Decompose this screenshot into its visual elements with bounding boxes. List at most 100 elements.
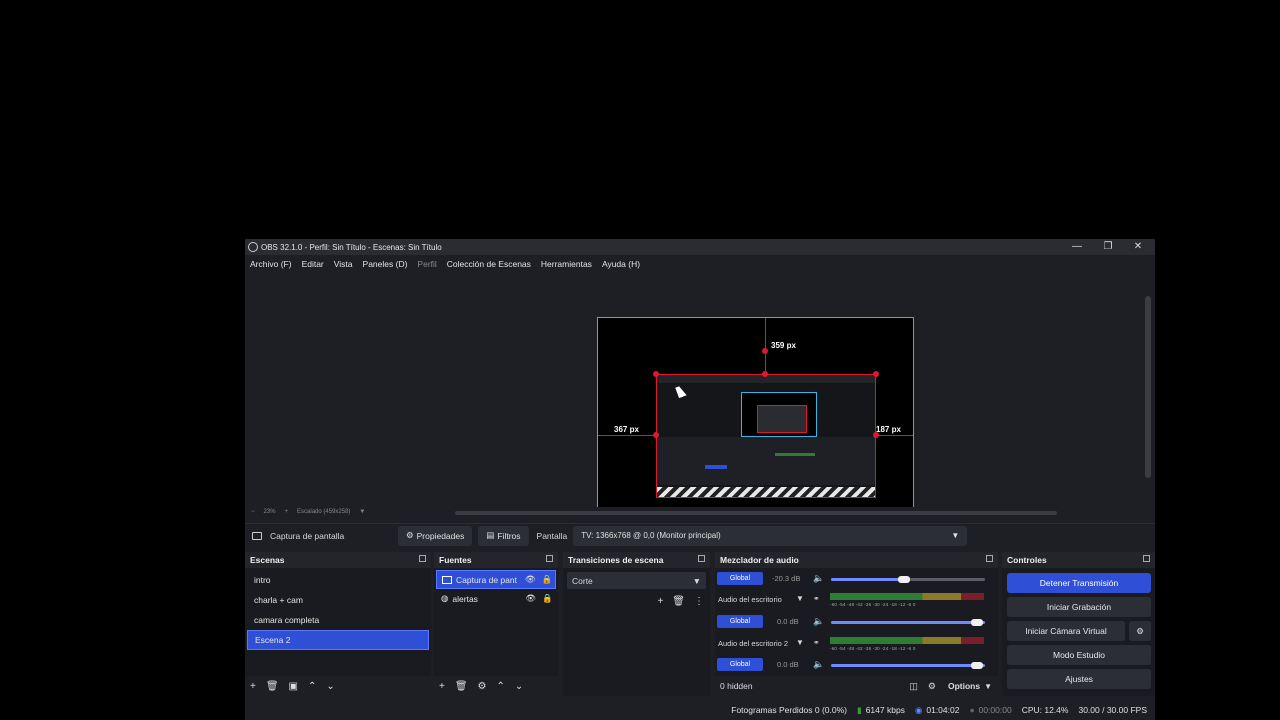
meter-ticks: -60 -54 -48 -42 -36 -30 -24 -18 -12 -6 0 — [830, 646, 916, 651]
more-icon[interactable]: ⋮ — [694, 596, 704, 607]
global-tag[interactable]: Global — [717, 572, 763, 585]
scene-item-selected[interactable]: Escena 2 — [247, 630, 429, 650]
menu-vista[interactable]: Vista — [334, 259, 353, 269]
filter-icon[interactable]: ▣ — [289, 681, 298, 692]
screen-select-value: TV: 1366x768 @ 0,0 (Monitor principal) — [581, 531, 721, 540]
eye-icon[interactable]: 👁 — [525, 574, 536, 585]
menu-editar[interactable]: Editar — [302, 259, 324, 269]
add-icon[interactable]: + — [250, 681, 256, 692]
link-icon[interactable]: ⚭ — [813, 638, 820, 647]
volume-slider[interactable] — [831, 664, 985, 667]
source-item[interactable]: ◍ alertas 👁 🔒 — [436, 589, 556, 608]
volume-slider-knob[interactable] — [971, 662, 983, 669]
volume-slider-fill — [831, 578, 903, 581]
speaker-icon[interactable]: 🔈 — [813, 659, 824, 670]
device-name: Audio del escritorio — [718, 595, 782, 604]
move-up-icon[interactable]: ⌃ — [308, 681, 316, 692]
preview-horizontal-scrollbar[interactable] — [455, 511, 1057, 515]
stream-icon: ◉ — [914, 704, 923, 715]
controls-header: Controles — [1002, 552, 1155, 568]
audio-mixer-dock: Mezclador de audio Global -20.3 dB 🔈 Aud… — [715, 552, 998, 696]
filters-label: Filtros — [497, 530, 521, 541]
advanced-audio-icon[interactable]: ⚙ — [928, 681, 936, 692]
menu-paneles[interactable]: Paneles (D) — [363, 259, 408, 269]
screen-select[interactable]: TV: 1366x768 @ 0,0 (Monitor principal) ▼ — [573, 525, 968, 546]
hidden-count: 0 hidden — [720, 681, 753, 691]
menu-herramientas[interactable]: Herramientas — [541, 259, 592, 269]
scene-item[interactable]: camara completa — [247, 610, 429, 630]
handle-tr[interactable] — [873, 371, 879, 377]
popout-icon[interactable] — [546, 555, 553, 562]
source-item-selected[interactable]: Captura de pant 👁 🔒 — [436, 570, 556, 589]
move-down-icon[interactable]: ⌄ — [326, 681, 334, 692]
mixer-device-row: Audio del escritorio 2 ▼ ⚭ -60 -54 -48 -… — [715, 636, 993, 658]
window-title: OBS 32.1.0 - Perfil: Sin Título - Escena… — [261, 242, 442, 252]
handle-tl[interactable] — [653, 371, 659, 377]
selected-source-name: Captura de pantalla — [270, 530, 345, 541]
mixer-header: Mezclador de audio — [715, 552, 998, 568]
scene-item[interactable]: intro — [247, 570, 429, 590]
lock-icon[interactable]: 🔒 — [542, 593, 553, 604]
settings-button[interactable]: Ajustes — [1007, 669, 1151, 689]
handle-top-anchor[interactable] — [762, 348, 768, 354]
scene-item[interactable]: charla + cam — [247, 590, 429, 610]
gear-icon[interactable]: ⚙ — [478, 681, 487, 692]
link-icon[interactable]: ⚭ — [813, 594, 820, 603]
handle-mr[interactable] — [873, 432, 879, 438]
scenes-header: Escenas — [245, 552, 431, 568]
start-recording-button[interactable]: Iniciar Grabación — [1007, 597, 1151, 617]
layout-icon[interactable]: ◫ — [909, 681, 918, 692]
popout-icon[interactable] — [1143, 555, 1150, 562]
popout-icon[interactable] — [419, 555, 426, 562]
chevron-down-icon[interactable]: ▼ — [984, 682, 992, 691]
zoom-bar: − 23% + Escalado (459x258) ▼ — [245, 505, 465, 519]
screen-capture-source[interactable] — [656, 374, 876, 498]
global-tag[interactable]: Global — [717, 658, 763, 671]
trash-icon[interactable]: 🗑 — [672, 596, 685, 607]
transitions-dock: Transiciones de escena Corte ▼ + 🗑 ⋮ — [563, 552, 710, 696]
move-up-icon[interactable]: ⌃ — [497, 681, 505, 692]
close-button[interactable]: ✕ — [1124, 239, 1152, 255]
volume-slider-knob[interactable] — [971, 619, 983, 626]
preview-vertical-scrollbar[interactable] — [1145, 296, 1151, 478]
popout-icon[interactable] — [698, 555, 705, 562]
eye-icon[interactable]: 👁 — [525, 593, 536, 604]
lock-icon[interactable]: 🔒 — [542, 574, 553, 585]
measure-right-label: 187 px — [876, 425, 901, 434]
zoom-out-button[interactable]: − — [251, 509, 255, 515]
properties-button[interactable]: ⚙ Propiedades — [398, 525, 473, 546]
add-icon[interactable]: + — [657, 596, 663, 607]
preview-area[interactable]: 359 px 367 px 187 px — [245, 272, 1145, 507]
virtual-camera-settings-gear-icon[interactable]: ⚙ — [1129, 621, 1151, 641]
trash-icon[interactable]: 🗑 — [266, 681, 279, 692]
options-button[interactable]: Options — [948, 681, 980, 691]
virtual-camera-button[interactable]: Iniciar Cámara Virtual — [1007, 621, 1125, 641]
chevron-down-icon[interactable]: ▼ — [796, 638, 804, 647]
screen-label: Pantalla — [536, 530, 568, 541]
speaker-icon[interactable]: 🔈 — [813, 573, 824, 584]
handle-tm[interactable] — [762, 371, 768, 377]
scale-dropdown-icon[interactable]: ▼ — [359, 509, 365, 515]
popout-icon[interactable] — [986, 555, 993, 562]
menu-perfil[interactable]: Perfil — [417, 259, 436, 269]
global-tag[interactable]: Global — [717, 615, 763, 628]
stop-stream-button[interactable]: Detener Transmisión — [1007, 573, 1151, 593]
trash-icon[interactable]: 🗑 — [455, 681, 468, 692]
handle-ml[interactable] — [653, 432, 659, 438]
zoom-in-button[interactable]: + — [285, 509, 289, 515]
volume-slider-knob[interactable] — [898, 576, 910, 583]
menu-archivo[interactable]: Archivo (F) — [250, 259, 292, 269]
maximize-button[interactable]: ❐ — [1094, 239, 1122, 255]
nested-meter-green — [775, 453, 815, 456]
transition-select[interactable]: Corte ▼ — [567, 572, 706, 589]
chevron-down-icon[interactable]: ▼ — [796, 594, 804, 603]
filters-button[interactable]: ▤ Filtros — [478, 525, 529, 546]
move-down-icon[interactable]: ⌄ — [515, 681, 523, 692]
minimize-button[interactable]: — — [1063, 239, 1091, 255]
menu-coleccion-escenas[interactable]: Colección de Escenas — [447, 259, 531, 269]
menu-ayuda[interactable]: Ayuda (H) — [602, 259, 640, 269]
add-icon[interactable]: + — [439, 681, 445, 692]
volume-slider[interactable] — [831, 621, 985, 624]
studio-mode-button[interactable]: Modo Estudio — [1007, 645, 1151, 665]
speaker-icon[interactable]: 🔈 — [813, 616, 824, 627]
